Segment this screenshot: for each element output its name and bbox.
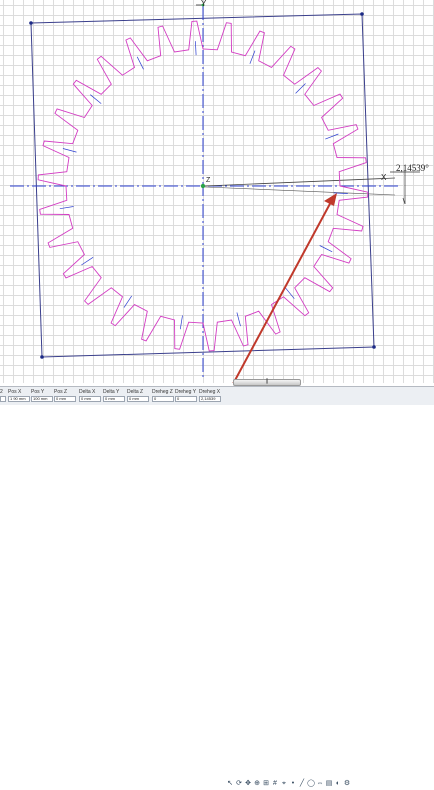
coord-field-label: Pos X <box>8 389 22 395</box>
coord-field: Delta Y0 mm <box>103 389 125 402</box>
rotated-x-axis <box>204 177 396 187</box>
point-icon[interactable]: • <box>289 780 297 788</box>
coord-field: Pos Z0 mm <box>54 389 76 402</box>
coord-field-input[interactable]: 0 mm <box>127 396 149 402</box>
tooth-marker <box>90 94 102 104</box>
select-icon[interactable]: ↖ <box>226 780 234 788</box>
angle-dimension <box>390 170 420 205</box>
coord-field: Delta Z0 mm <box>127 389 149 402</box>
layer-icon[interactable]: ▤ <box>325 780 333 788</box>
coord-field: Dreheg Y0 <box>175 389 197 402</box>
coord-field-input[interactable]: 1 90 mm <box>8 396 30 402</box>
coord-field-label: Dreheg Z <box>152 389 173 395</box>
origin-point <box>200 183 206 189</box>
zoom-icon[interactable]: ⊕ <box>253 780 261 788</box>
coord-field-input[interactable]: 0 mm <box>54 396 76 402</box>
arrow-head <box>324 193 337 206</box>
circle-icon[interactable]: ◯ <box>307 780 315 788</box>
annotation-arrow <box>232 193 337 383</box>
tooth-marker <box>249 50 256 64</box>
tooth-marker <box>179 315 183 330</box>
coord-field: Delta X0 mm <box>79 389 101 402</box>
grid-icon[interactable]: # <box>271 780 279 788</box>
y-axis-label: Y <box>201 0 207 8</box>
frame-vertex <box>40 355 44 359</box>
tooth-marker <box>325 133 339 140</box>
z-axis-label: Z <box>206 177 211 184</box>
coord-field: Pos Y 100 mm <box>31 389 53 402</box>
coord-field-label: Pos Y <box>31 389 45 395</box>
tooth-marker <box>123 295 132 308</box>
tooth-marker <box>285 287 295 299</box>
x-axis-label: X <box>381 173 387 182</box>
rotated-x-axis-mirror <box>204 186 396 196</box>
coord-field-input[interactable]: 0 <box>175 396 197 402</box>
coord-field: Dreheg X 2,14539 <box>199 389 221 402</box>
panel-grip-handle[interactable]: ⫼ <box>233 379 301 386</box>
drawing-canvas[interactable]: Y X Z 2,14539° <box>0 0 434 383</box>
color-icon[interactable]: ◐ <box>334 780 342 788</box>
grip-icon: ⫼ <box>265 379 269 385</box>
arrow-shaft <box>232 199 333 383</box>
coord-field-label: Delta Z <box>127 389 144 395</box>
coord-field-input[interactable]: 2,14539 <box>199 396 221 402</box>
line-icon[interactable]: ╱ <box>298 780 306 788</box>
rotate-icon[interactable]: ⟳ <box>235 780 243 788</box>
tooth-marker <box>195 41 197 56</box>
frame-vertex <box>29 21 33 25</box>
settings-icon[interactable]: ⚙ <box>343 780 351 788</box>
axis-lines <box>10 4 400 378</box>
frame-vertex <box>372 345 376 349</box>
coord-field-label: Delta X <box>79 389 96 395</box>
tooth-marker <box>295 83 306 94</box>
coord-field-label: Delta Y <box>103 389 120 395</box>
coord-field-label: Dreheg Y <box>175 389 197 395</box>
coord-field-input[interactable] <box>0 396 6 402</box>
tooth-marker <box>136 56 144 70</box>
coord-field-input[interactable]: 0 mm <box>79 396 101 402</box>
coord-field-label: Pos Z <box>54 389 68 395</box>
tooth-marker <box>59 206 74 210</box>
tooth-marker <box>236 312 241 327</box>
status-bar: 2 Pos X1 90 mm Pos Y 100 mm Pos Z0 mm Delta X… <box>0 386 434 787</box>
coord-field-input[interactable]: 100 mm <box>31 396 53 402</box>
coord-field: Pos X1 90 mm <box>8 389 30 402</box>
measure-icon[interactable]: ⇔ <box>316 780 324 788</box>
coord-field: Dreheg Z0 <box>152 389 174 402</box>
coord-field-label: 2 <box>0 389 3 395</box>
frame-vertex <box>360 12 364 16</box>
snap-icon[interactable]: ⌖ <box>280 780 288 788</box>
coord-field: 2 <box>0 389 6 402</box>
ruler-icon[interactable]: ⊞ <box>262 780 270 788</box>
coord-field-input[interactable]: 0 mm <box>103 396 125 402</box>
coord-field-label: Dreheg X <box>199 389 221 395</box>
tooth-marker <box>62 148 77 153</box>
tooth-marker <box>319 245 333 253</box>
pan-icon[interactable]: ✥ <box>244 780 252 788</box>
cad-drawing[interactable] <box>0 0 434 383</box>
tooth-marker <box>81 257 94 266</box>
angle-dimension-label: 2,14539° <box>396 163 429 173</box>
coord-field-input[interactable]: 0 <box>152 396 174 402</box>
